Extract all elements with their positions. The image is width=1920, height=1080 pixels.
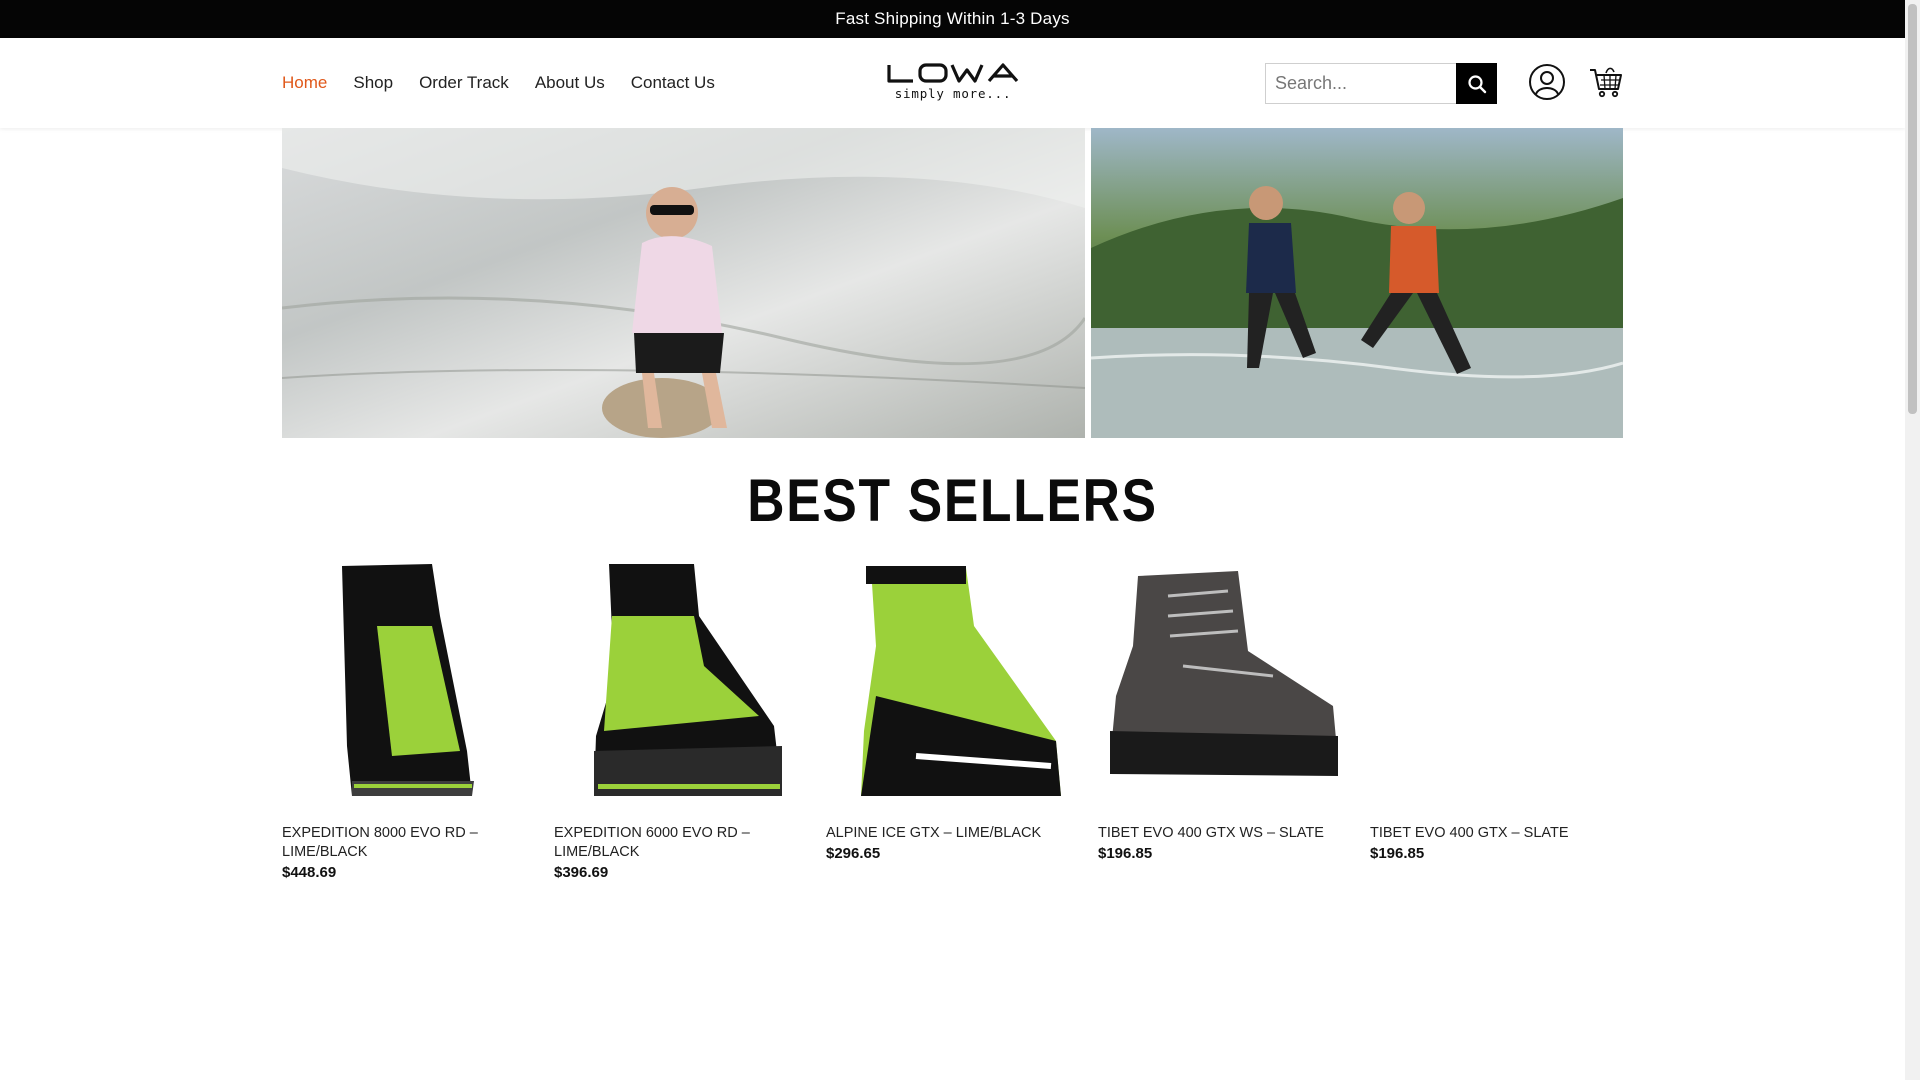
product-image[interactable]	[1370, 556, 1620, 806]
product-card[interactable]: EXPEDITION 8000 EVO RD – LIME/BLACK $448…	[282, 556, 532, 881]
product-price: $196.85	[1098, 845, 1153, 862]
hiker-image	[282, 128, 1085, 438]
nav-order-track[interactable]: Order Track	[419, 73, 509, 93]
nav-about-us[interactable]: About Us	[535, 73, 605, 93]
product-name[interactable]: EXPEDITION 8000 EVO RD – LIME/BLACK	[282, 824, 532, 862]
nav-contact-us[interactable]: Contact Us	[631, 73, 715, 93]
account-button[interactable]	[1528, 63, 1566, 101]
best-sellers-heading: BEST SELLERS	[747, 467, 1158, 534]
product-card[interactable]: ALPINE ICE GTX – LIME/BLACK $296.65	[826, 556, 1076, 862]
product-image[interactable]	[826, 556, 1076, 806]
site-logo[interactable]: simply more...	[886, 62, 1020, 106]
product-name[interactable]: ALPINE ICE GTX – LIME/BLACK	[826, 824, 1076, 843]
announcement-text: Fast Shipping Within 1-3 Days	[835, 9, 1070, 28]
product-price: $396.69	[554, 864, 609, 881]
search-button[interactable]	[1456, 63, 1497, 104]
main-nav: Home Shop Order Track About Us Contact U…	[282, 38, 715, 128]
product-image[interactable]	[282, 556, 532, 806]
site-header: Home Shop Order Track About Us Contact U…	[0, 38, 1905, 128]
user-icon	[1529, 64, 1565, 100]
product-name[interactable]: TIBET EVO 400 GTX – SLATE	[1370, 824, 1620, 843]
announcement-bar: Fast Shipping Within 1-3 Days	[0, 0, 1905, 38]
search-input[interactable]	[1265, 63, 1456, 104]
cart-button[interactable]	[1588, 63, 1624, 101]
product-price: $196.85	[1370, 845, 1425, 862]
product-card[interactable]: EXPEDITION 6000 EVO RD – LIME/BLACK $396…	[554, 556, 804, 881]
product-name[interactable]: TIBET EVO 400 GTX WS – SLATE	[1098, 824, 1348, 843]
product-price: $448.69	[282, 864, 337, 881]
search-form	[1265, 63, 1497, 104]
search-icon	[1467, 74, 1486, 93]
product-name[interactable]: EXPEDITION 6000 EVO RD – LIME/BLACK	[554, 824, 804, 862]
nav-shop[interactable]: Shop	[353, 73, 393, 93]
product-card[interactable]: TIBET EVO 400 GTX – SLATE $196.85	[1370, 556, 1620, 862]
scrollbar-thumb[interactable]	[1908, 4, 1917, 414]
product-image[interactable]	[554, 556, 804, 806]
product-card[interactable]: TIBET EVO 400 GTX WS – SLATE $196.85	[1098, 556, 1348, 862]
product-price: $296.65	[826, 845, 881, 862]
runners-image	[1091, 186, 1623, 438]
cart-icon	[1590, 67, 1622, 98]
hero-banner-runners[interactable]	[1091, 128, 1623, 438]
lowa-wordmark	[887, 63, 1019, 83]
logo-tagline: simply more...	[894, 86, 1012, 101]
product-image[interactable]	[1098, 556, 1348, 806]
nav-home[interactable]: Home	[282, 73, 327, 93]
hero-banner-hiker[interactable]	[282, 128, 1085, 438]
